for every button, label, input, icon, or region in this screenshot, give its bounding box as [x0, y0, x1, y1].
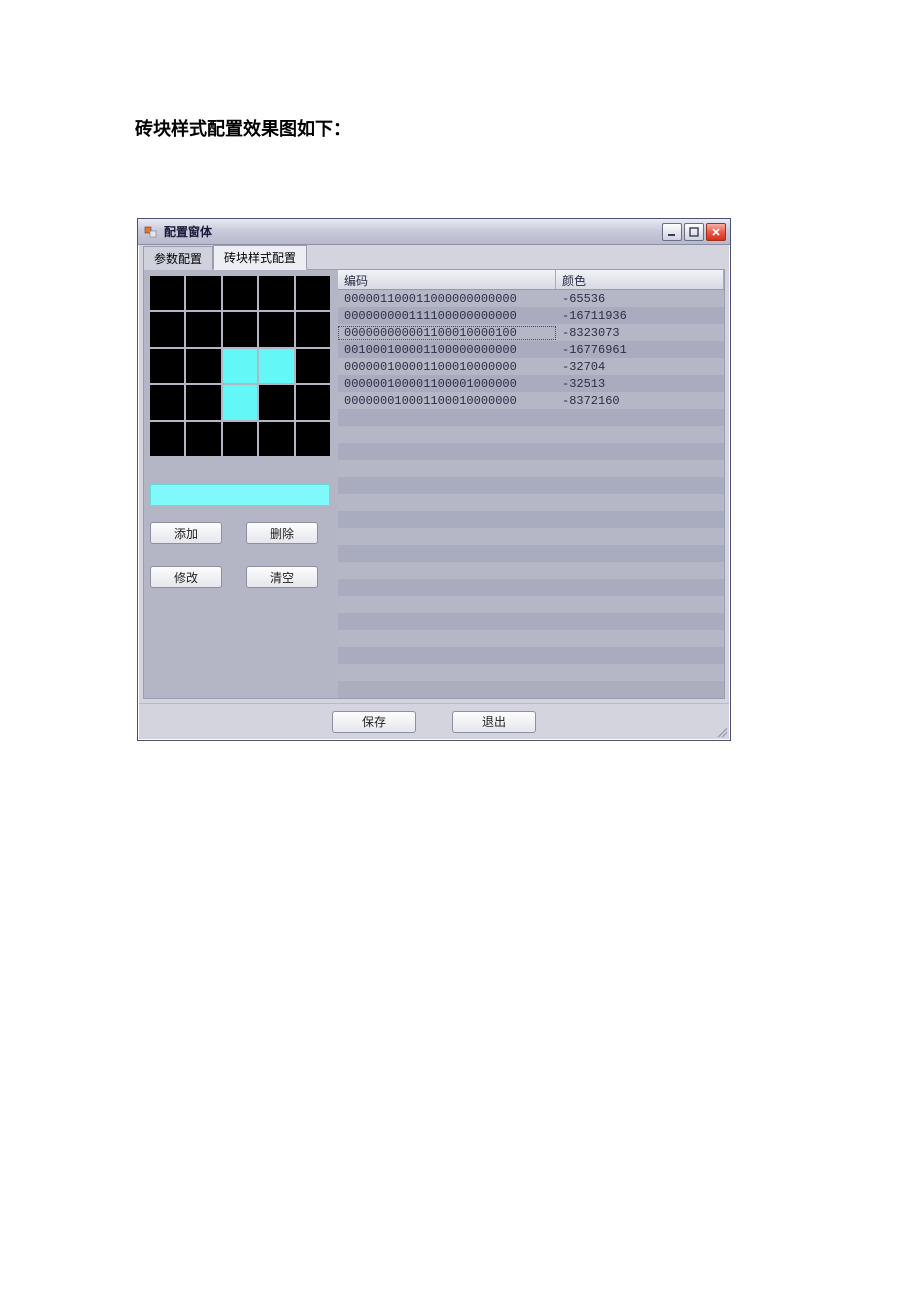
cell-color: -8372160 — [556, 394, 724, 408]
grid-cell[interactable] — [296, 422, 330, 456]
grid-cell[interactable] — [150, 276, 184, 310]
table-row-empty — [338, 647, 724, 664]
table-row-empty — [338, 443, 724, 460]
app-icon — [144, 225, 158, 239]
table-row[interactable]: 000000100001100010000000-32704 — [338, 358, 724, 375]
table-row-empty — [338, 562, 724, 579]
grid-cell[interactable] — [150, 385, 184, 419]
exit-button[interactable]: 退出 — [452, 711, 536, 733]
maximize-button[interactable] — [684, 223, 704, 241]
grid-cell[interactable] — [223, 312, 257, 346]
table-row-empty — [338, 460, 724, 477]
cell-color: -32704 — [556, 360, 724, 374]
grid-cell[interactable] — [259, 385, 293, 419]
page-caption: 砖块样式配置效果图如下： — [135, 115, 351, 141]
grid-cell[interactable] — [223, 349, 257, 383]
cell-code: 000000100001100010000000 — [338, 360, 556, 374]
table-row-empty — [338, 545, 724, 562]
table-row-empty — [338, 409, 724, 426]
window-buttons — [662, 223, 726, 241]
tab-content: 添加 删除 修改 清空 编码 颜色 0000011000110000000000… — [143, 269, 725, 699]
grid-cell[interactable] — [186, 349, 220, 383]
table-row[interactable]: 000000100001100001000000-32513 — [338, 375, 724, 392]
listview-header: 编码 颜色 — [338, 270, 724, 290]
grid-cell[interactable] — [186, 385, 220, 419]
window-title: 配置窗体 — [164, 223, 656, 240]
right-pane: 编码 颜色 000001100011000000000000-655360000… — [338, 270, 724, 698]
header-color[interactable]: 颜色 — [556, 270, 724, 289]
listview-body[interactable]: 000001100011000000000000-655360000000001… — [338, 290, 724, 698]
cell-code: 000000000001100010000100 — [338, 326, 556, 340]
cell-code: 001000100001100000000000 — [338, 343, 556, 357]
modify-button[interactable]: 修改 — [150, 566, 222, 588]
cell-color: -32513 — [556, 377, 724, 391]
tab-param-config[interactable]: 参数配置 — [143, 246, 213, 270]
grid-cell[interactable] — [259, 349, 293, 383]
table-row[interactable]: 000001100011000000000000-65536 — [338, 290, 724, 307]
grid-cell[interactable] — [296, 349, 330, 383]
table-row-empty — [338, 664, 724, 681]
cell-color: -16776961 — [556, 343, 724, 357]
grid-cell[interactable] — [296, 385, 330, 419]
grid-cell[interactable] — [223, 422, 257, 456]
grid-cell[interactable] — [259, 276, 293, 310]
table-row-empty — [338, 511, 724, 528]
clear-button[interactable]: 清空 — [246, 566, 318, 588]
grid-cell[interactable] — [150, 349, 184, 383]
save-button[interactable]: 保存 — [332, 711, 416, 733]
delete-button[interactable]: 删除 — [246, 522, 318, 544]
grid-cell[interactable] — [150, 422, 184, 456]
close-button[interactable] — [706, 223, 726, 241]
block-grid[interactable] — [150, 276, 330, 456]
add-button[interactable]: 添加 — [150, 522, 222, 544]
resize-grip-icon[interactable] — [715, 725, 727, 737]
minimize-button[interactable] — [662, 223, 682, 241]
grid-cell[interactable] — [223, 276, 257, 310]
grid-cell[interactable] — [259, 422, 293, 456]
table-row-empty — [338, 477, 724, 494]
cell-code: 000000000111100000000000 — [338, 309, 556, 323]
tabs-strip: 参数配置 砖块样式配置 — [139, 245, 729, 269]
left-pane: 添加 删除 修改 清空 — [144, 270, 338, 698]
header-code[interactable]: 编码 — [338, 270, 556, 289]
grid-cell[interactable] — [259, 312, 293, 346]
grid-cell[interactable] — [296, 276, 330, 310]
table-row[interactable]: 001000100001100000000000-16776961 — [338, 341, 724, 358]
table-row-empty — [338, 613, 724, 630]
table-row-empty — [338, 494, 724, 511]
cell-code: 000001100011000000000000 — [338, 292, 556, 306]
tab-block-style-config[interactable]: 砖块样式配置 — [213, 245, 307, 270]
table-row[interactable]: 000000000111100000000000-16711936 — [338, 307, 724, 324]
grid-cell[interactable] — [186, 422, 220, 456]
style-listview[interactable]: 编码 颜色 000001100011000000000000-655360000… — [338, 270, 724, 698]
table-row-empty — [338, 596, 724, 613]
table-row-empty — [338, 528, 724, 545]
config-window: 配置窗体 参数配置 砖块样式配置 添加 删除 — [137, 218, 731, 741]
grid-cell[interactable] — [150, 312, 184, 346]
color-preview[interactable] — [150, 484, 330, 506]
titlebar[interactable]: 配置窗体 — [138, 219, 730, 245]
client-area: 参数配置 砖块样式配置 添加 删除 修改 清空 编码 — [138, 245, 730, 740]
grid-cell[interactable] — [296, 312, 330, 346]
table-row-empty — [338, 426, 724, 443]
grid-cell[interactable] — [186, 312, 220, 346]
cell-color: -65536 — [556, 292, 724, 306]
cell-color: -8323073 — [556, 326, 724, 340]
grid-cell[interactable] — [186, 276, 220, 310]
cell-code: 000000100001100001000000 — [338, 377, 556, 391]
cell-color: -16711936 — [556, 309, 724, 323]
table-row-empty — [338, 630, 724, 647]
table-row[interactable]: 000000010001100010000000-8372160 — [338, 392, 724, 409]
bottom-bar: 保存 退出 — [139, 703, 729, 739]
table-row[interactable]: 000000000001100010000100-8323073 — [338, 324, 724, 341]
grid-cell[interactable] — [223, 385, 257, 419]
table-row-empty — [338, 579, 724, 596]
cell-code: 000000010001100010000000 — [338, 394, 556, 408]
